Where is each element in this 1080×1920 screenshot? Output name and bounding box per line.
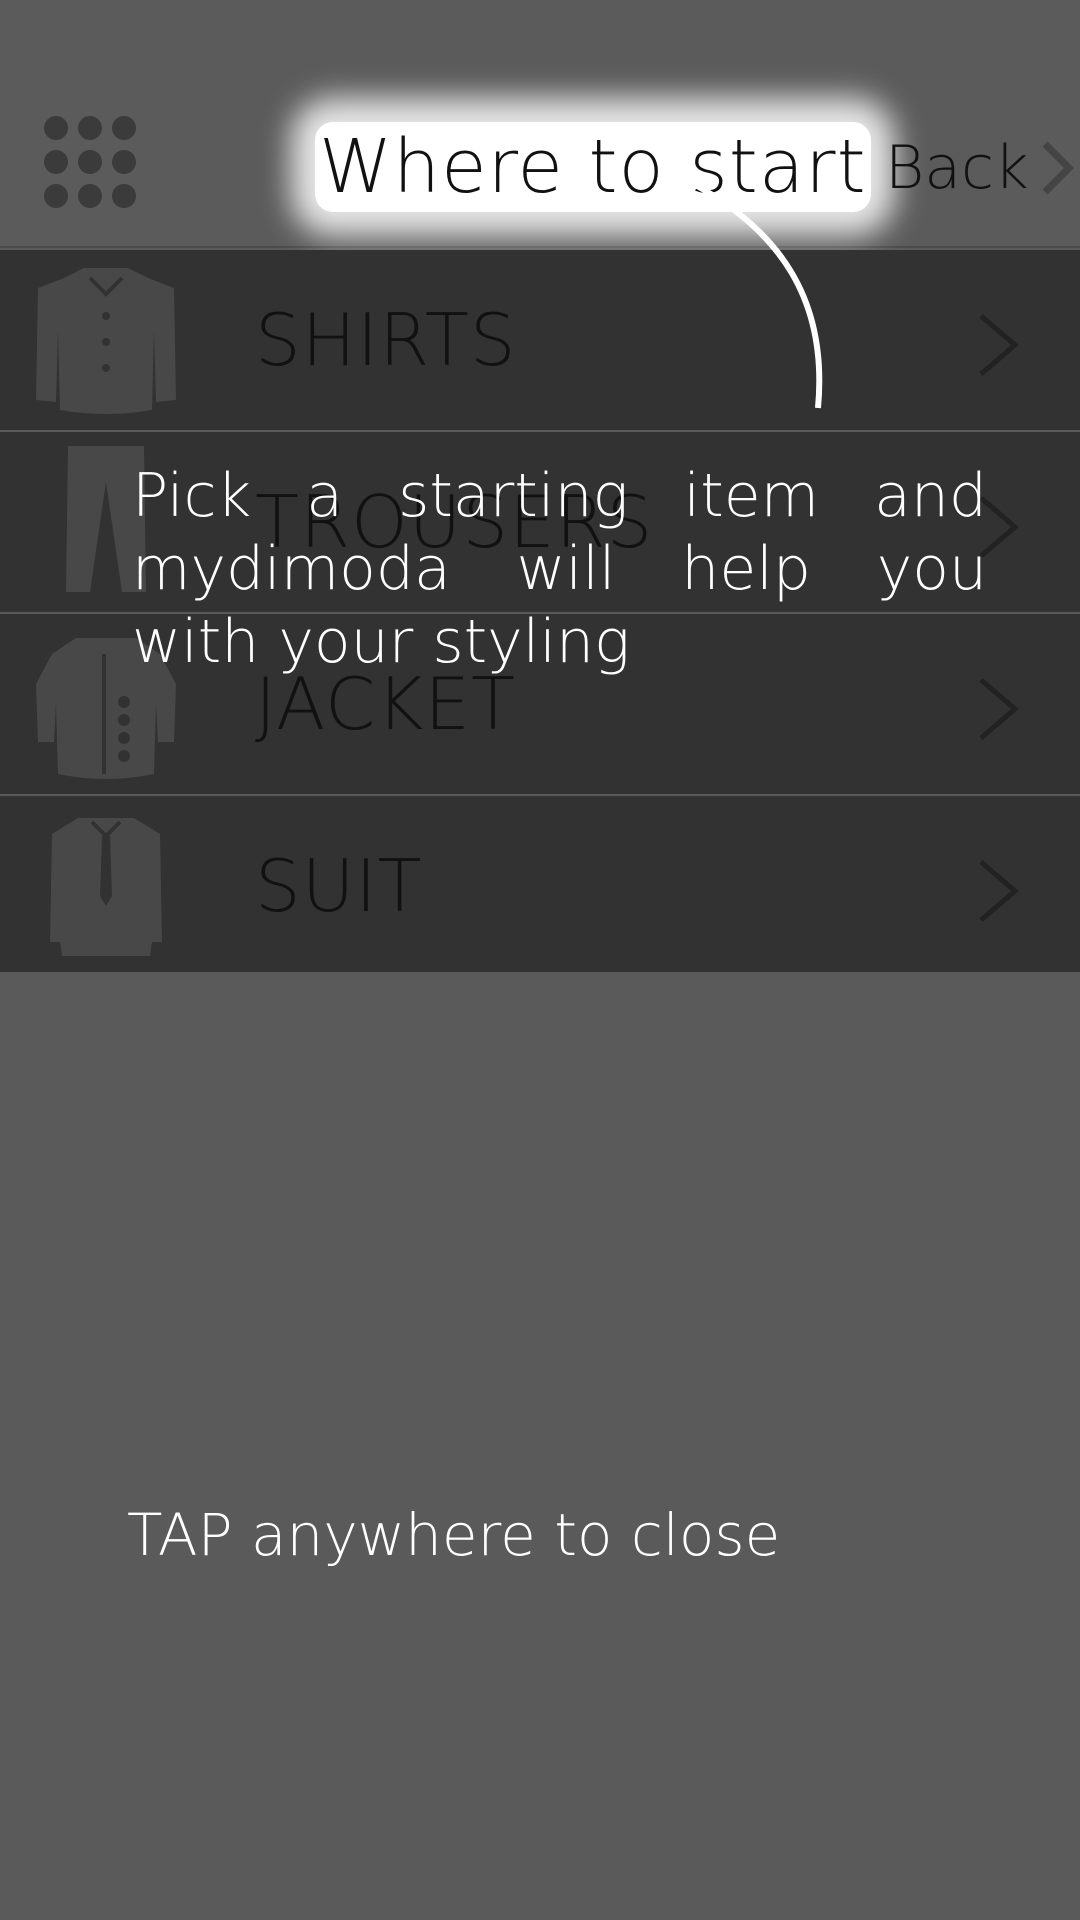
- curved-arrow-icon: [670, 172, 823, 409]
- item-label-shirts: SHIRTS: [255, 298, 517, 382]
- back-button[interactable]: Back: [885, 128, 1077, 208]
- chevron-right-icon: [979, 678, 1019, 740]
- tutorial-screen[interactable]: Where to start Back SHIRTS TROUSERS JACK…: [0, 0, 1080, 1920]
- shirt-icon: [36, 268, 176, 414]
- suit-icon: [50, 818, 162, 956]
- chevron-right-icon: [1042, 141, 1074, 195]
- list-item-shirts[interactable]: SHIRTS: [0, 250, 1080, 432]
- chevron-right-icon: [979, 860, 1019, 922]
- header-bar: Where to start Back: [0, 0, 1080, 248]
- grid-menu-icon[interactable]: [44, 116, 136, 208]
- chevron-right-icon: [979, 314, 1019, 376]
- list-item-suit[interactable]: SUIT: [0, 796, 1080, 972]
- item-label-suit: SUIT: [255, 844, 423, 928]
- tutorial-tip-text: Pick a starting item and mydimoda will h…: [132, 461, 987, 677]
- back-label: Back: [885, 133, 1029, 203]
- tap-to-close-hint[interactable]: TAP anywhere to close: [127, 1495, 780, 1575]
